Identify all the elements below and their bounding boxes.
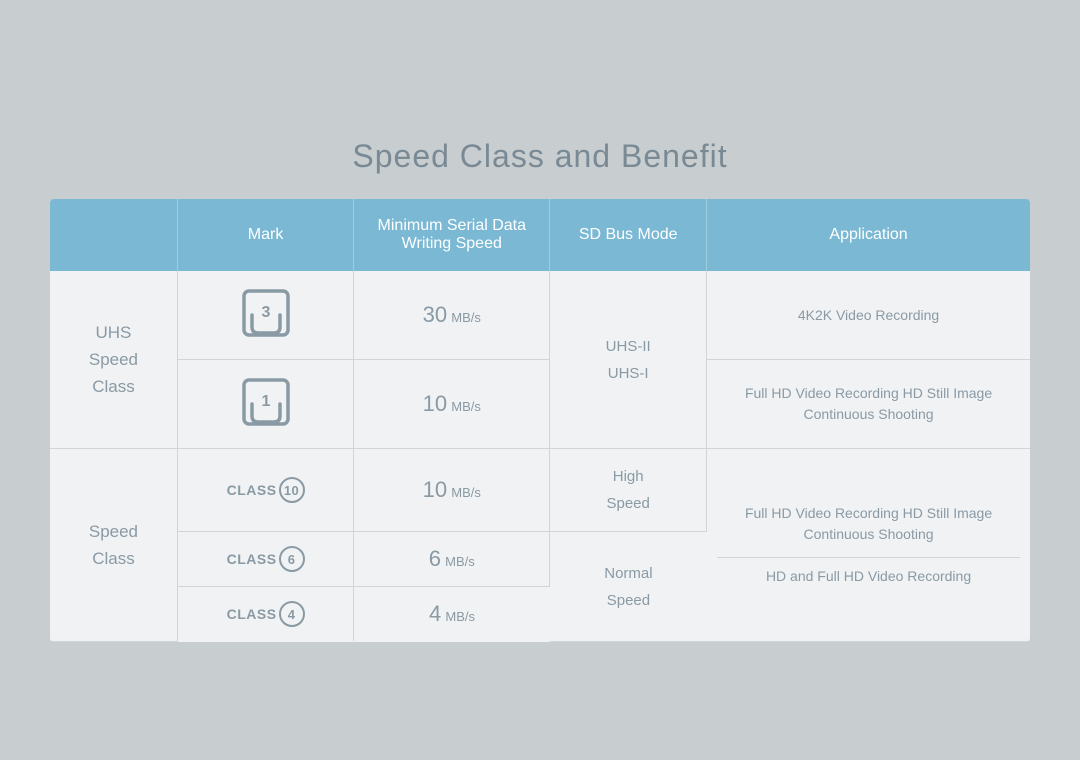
header-col1 — [50, 199, 177, 271]
app-hd-fullhd: Full HD Video Recording HD Still Image C… — [707, 449, 1030, 642]
app-4k2k: 4K2K Video Recording — [707, 271, 1030, 360]
mark-class6: CLASS 6 — [177, 532, 353, 587]
header-col4: SD Bus Mode — [550, 199, 707, 271]
speed-30: 30 MB/s — [354, 271, 550, 360]
page-title: Speed Class and Benefit — [50, 118, 1030, 199]
table-row: 1 10 MB/s Full HD Video Recording HD Sti… — [50, 360, 1030, 449]
bus-mode-uhs: UHS-IIUHS-I — [550, 271, 707, 449]
header-col5: Application — [707, 199, 1030, 271]
bus-mode-normal: NormalSpeed — [550, 532, 707, 642]
mark-u3: 3 — [177, 271, 353, 360]
uhs-group-label: UHSSpeedClass — [50, 271, 177, 449]
speed-6: 6 MB/s — [354, 532, 550, 587]
header-row: Mark Minimum Serial Data Writing Speed S… — [50, 199, 1030, 271]
bus-mode-high: HighSpeed — [550, 449, 707, 532]
table-row: SpeedClass CLASS 10 10 MB/s HighSpeed Fu… — [50, 449, 1030, 532]
page-wrapper: Speed Class and Benefit Mark Minimum Ser… — [50, 118, 1030, 642]
header-col3: Minimum Serial Data Writing Speed — [354, 199, 550, 271]
mark-class4: CLASS 4 — [177, 587, 353, 642]
table-container: Mark Minimum Serial Data Writing Speed S… — [50, 199, 1030, 642]
svg-text:1: 1 — [261, 393, 270, 410]
u1-icon: 1 — [238, 374, 294, 430]
header-col2: Mark — [177, 199, 353, 271]
speed-4: 4 MB/s — [354, 587, 550, 642]
speed-10-uhs: 10 MB/s — [354, 360, 550, 449]
svg-text:3: 3 — [261, 304, 270, 321]
mark-class10: CLASS 10 — [177, 449, 353, 532]
speed-10-class: 10 MB/s — [354, 449, 550, 532]
app-fullhd: Full HD Video Recording HD Still Image C… — [707, 360, 1030, 449]
speed-class-table: Mark Minimum Serial Data Writing Speed S… — [50, 199, 1030, 642]
u3-icon: 3 — [238, 285, 294, 341]
table-row: UHSSpeedClass 3 30 MB/s — [50, 271, 1030, 360]
mark-u1: 1 — [177, 360, 353, 449]
speed-class-group-label: SpeedClass — [50, 449, 177, 642]
